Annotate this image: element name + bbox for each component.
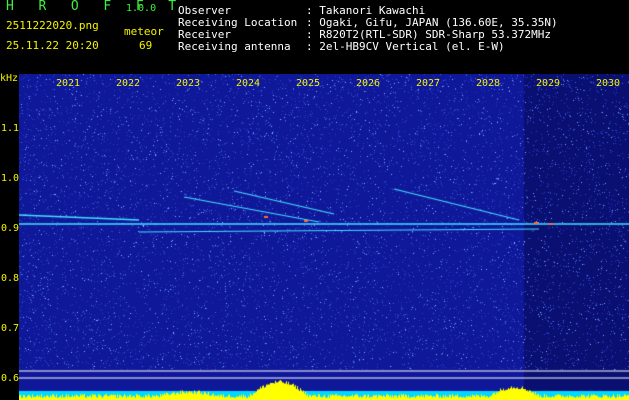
y-tick-1.1: 1.1 bbox=[1, 123, 20, 134]
x-tick-2023: 2023 bbox=[175, 78, 201, 89]
y-tick-1.0: 1.0 bbox=[1, 173, 20, 184]
antenna-label: Receiving antenna bbox=[178, 40, 291, 53]
x-tick-2025: 2025 bbox=[295, 78, 321, 89]
file-datetime: 25.11.22 20:20 bbox=[6, 39, 99, 52]
x-tick-2026: 2026 bbox=[355, 78, 381, 89]
x-tick-2028: 2028 bbox=[475, 78, 501, 89]
x-tick-2027: 2027 bbox=[415, 78, 441, 89]
y-tick-0.8: 0.8 bbox=[1, 273, 20, 284]
header-panel: H R O F F T 1.0.0 2511222020.png meteor … bbox=[0, 0, 629, 74]
file-name: 2511222020.png bbox=[6, 19, 99, 32]
y-axis-unit: kHz bbox=[0, 73, 19, 84]
antenna-value: : 2el-HB9CV Vertical (el. E-W) bbox=[306, 40, 505, 53]
y-tick-0.9: 0.9 bbox=[1, 223, 20, 234]
x-tick-2024: 2024 bbox=[235, 78, 261, 89]
x-tick-2022: 2022 bbox=[115, 78, 141, 89]
x-tick-2021: 2021 bbox=[55, 78, 81, 89]
x-tick-2030: 2030 bbox=[595, 78, 621, 89]
app-version: 1.0.0 bbox=[126, 3, 157, 14]
spectrogram-plot bbox=[19, 74, 629, 400]
x-tick-2029: 2029 bbox=[535, 78, 561, 89]
meteor-label: meteor bbox=[124, 25, 164, 38]
y-tick-0.6: 0.6 bbox=[1, 373, 20, 384]
y-tick-0.7: 0.7 bbox=[1, 323, 20, 334]
meteor-count: 69 bbox=[139, 39, 153, 52]
app-logo: H R O F F T bbox=[6, 0, 185, 14]
